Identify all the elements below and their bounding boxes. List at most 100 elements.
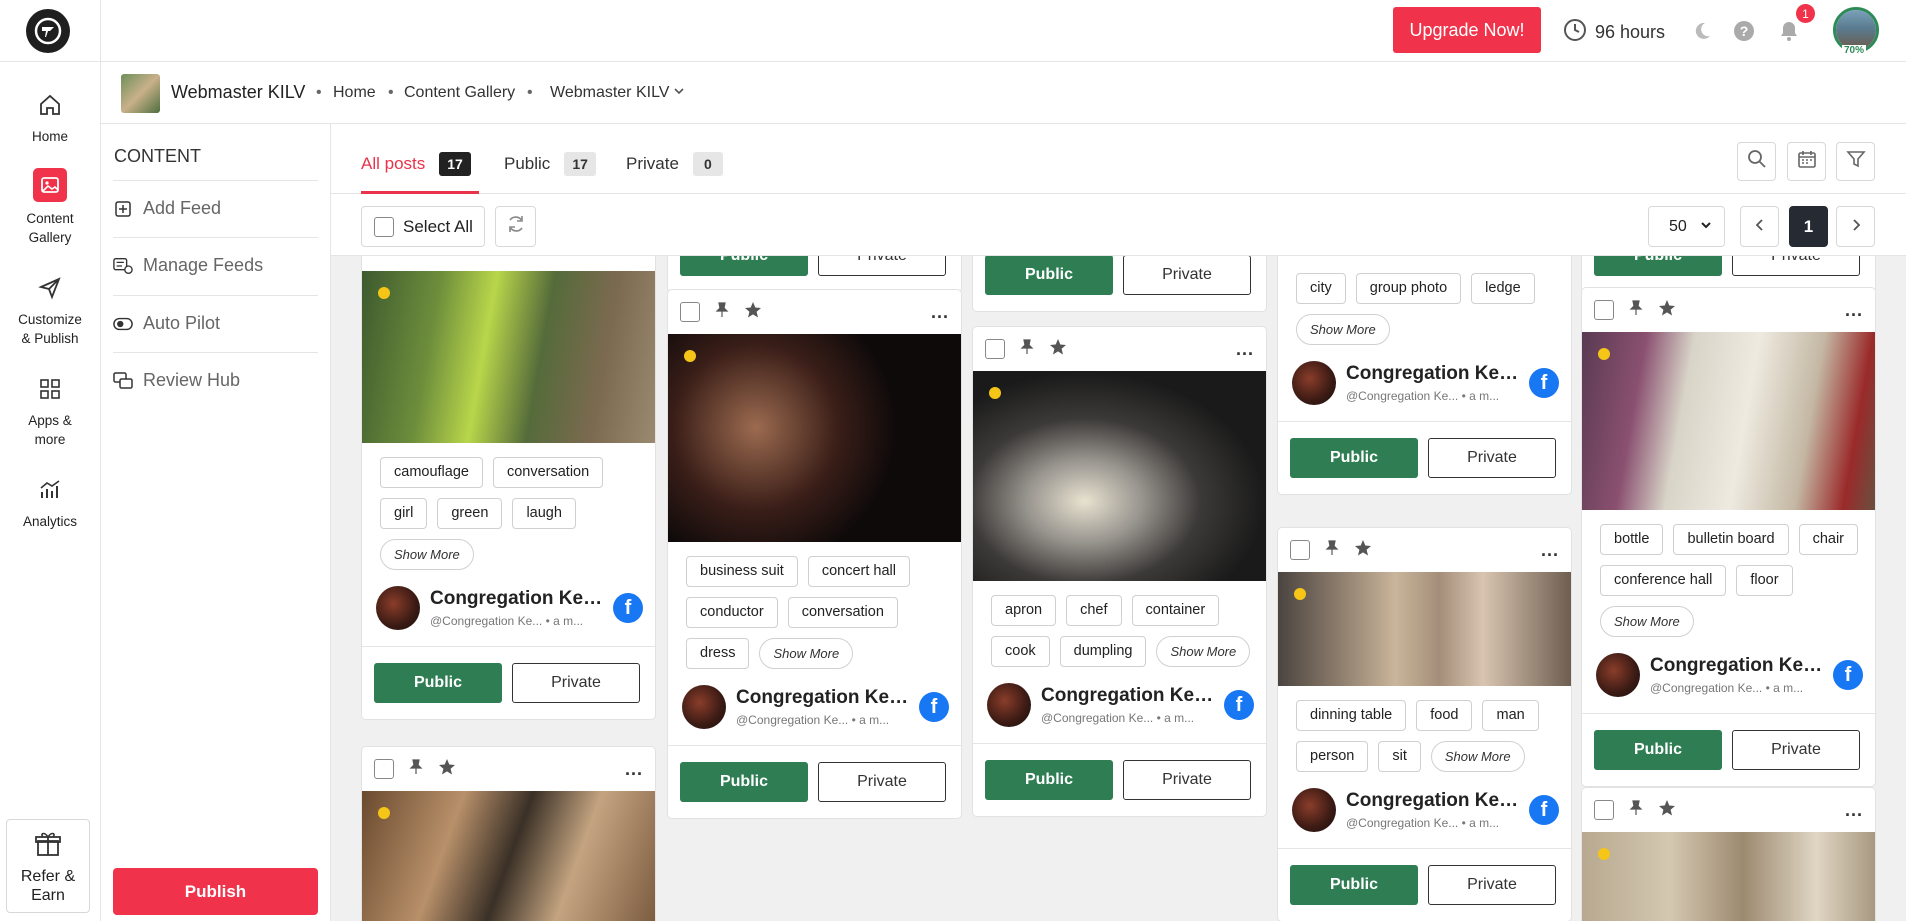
tag[interactable]: dinning table (1296, 700, 1407, 731)
public-button[interactable]: Public (985, 256, 1113, 295)
private-button[interactable]: Private (1123, 256, 1251, 295)
more-options-button[interactable]: ... (1541, 540, 1559, 561)
post-checkbox[interactable] (1594, 800, 1614, 820)
more-options-button[interactable]: ... (625, 759, 643, 780)
tag[interactable]: ledge (1471, 273, 1535, 304)
per-page-select[interactable]: 50 (1648, 206, 1725, 247)
public-button[interactable]: Public (680, 762, 808, 802)
post-image[interactable] (1582, 832, 1875, 921)
dark-mode-icon[interactable] (1689, 18, 1715, 44)
tag[interactable]: person (1296, 741, 1369, 772)
tag[interactable]: city (1296, 273, 1346, 304)
nav-apps[interactable]: Apps & more (0, 374, 100, 449)
select-all-checkbox[interactable]: Select All (361, 206, 485, 247)
public-button[interactable]: Public (1594, 730, 1722, 770)
post-checkbox[interactable] (680, 302, 700, 322)
show-more-button[interactable]: Show More (1430, 741, 1525, 772)
pin-icon[interactable] (1628, 299, 1644, 321)
tab-private[interactable]: Private 0 (626, 152, 723, 176)
pin-icon[interactable] (714, 301, 730, 323)
tag[interactable]: green (437, 498, 503, 529)
pin-icon[interactable] (1324, 539, 1340, 561)
tag[interactable]: conversation (787, 597, 898, 628)
app-logo-icon[interactable] (26, 9, 70, 53)
page-button-current[interactable]: 1 (1789, 206, 1828, 247)
show-more-button[interactable]: Show More (1296, 314, 1390, 345)
bell-icon[interactable] (1776, 18, 1802, 44)
tag[interactable]: group photo (1355, 273, 1462, 304)
tab-public[interactable]: Public 17 (504, 152, 596, 176)
private-button[interactable]: Private (512, 663, 640, 703)
public-button[interactable]: Public (1290, 865, 1418, 905)
star-icon[interactable] (1658, 799, 1676, 822)
private-button[interactable]: Private (818, 256, 946, 276)
star-icon[interactable] (1658, 299, 1676, 322)
public-button[interactable]: Public (985, 760, 1113, 800)
search-button[interactable] (1737, 142, 1776, 181)
breadcrumb-home[interactable]: Home (333, 84, 376, 102)
pin-icon[interactable] (1019, 338, 1035, 360)
tag[interactable]: dumpling (1059, 636, 1147, 667)
tag[interactable]: man (1482, 700, 1539, 731)
tag[interactable]: camouflage (380, 457, 483, 488)
post-image[interactable] (668, 334, 961, 542)
next-page-button[interactable] (1836, 206, 1875, 247)
post-image[interactable] (973, 371, 1266, 581)
add-feed-item[interactable]: Add Feed (113, 180, 318, 236)
star-icon[interactable] (1354, 539, 1372, 562)
breadcrumb-content-gallery[interactable]: Content Gallery (404, 84, 515, 102)
show-more-button[interactable]: Show More (380, 539, 474, 570)
post-checkbox[interactable] (374, 759, 394, 779)
nav-content-gallery[interactable]: Content Gallery (0, 168, 100, 247)
tag[interactable]: sit (1378, 741, 1421, 772)
tag[interactable]: apron (991, 595, 1057, 626)
public-button[interactable]: Public (680, 256, 808, 276)
tag[interactable]: bulletin board (1673, 524, 1789, 555)
post-image[interactable] (362, 791, 655, 921)
show-more-button[interactable]: Show More (759, 638, 854, 669)
more-options-button[interactable]: ... (1236, 339, 1254, 360)
show-more-button[interactable]: Show More (1156, 636, 1251, 667)
tab-all-posts[interactable]: All posts 17 (361, 152, 471, 176)
filter-button[interactable] (1836, 142, 1875, 181)
workspace-dropdown[interactable]: Webmaster KILV (550, 84, 685, 102)
tag[interactable]: floor (1736, 565, 1793, 596)
post-checkbox[interactable] (1290, 540, 1310, 560)
upgrade-button[interactable]: Upgrade Now! (1393, 7, 1541, 53)
public-button[interactable]: Public (374, 663, 502, 703)
post-image[interactable] (1582, 332, 1875, 510)
post-checkbox[interactable] (985, 339, 1005, 359)
pin-icon[interactable] (1628, 799, 1644, 821)
more-options-button[interactable]: ... (1845, 300, 1863, 321)
tag[interactable]: dress (686, 638, 750, 669)
manage-feeds-item[interactable]: Manage Feeds (113, 237, 318, 293)
post-image[interactable] (362, 271, 655, 443)
auto-pilot-item[interactable]: Auto Pilot (113, 295, 318, 351)
private-button[interactable]: Private (1428, 438, 1556, 478)
tag[interactable]: conductor (686, 597, 778, 628)
show-more-button[interactable]: Show More (1600, 606, 1694, 637)
pin-icon[interactable] (408, 758, 424, 780)
post-checkbox[interactable] (1594, 300, 1614, 320)
tag[interactable]: conversation (492, 457, 604, 488)
more-options-button[interactable]: ... (931, 302, 949, 323)
tag[interactable]: concert hall (807, 556, 910, 587)
review-hub-item[interactable]: Review Hub (113, 352, 318, 408)
post-image[interactable] (1278, 572, 1571, 686)
public-button[interactable]: Public (1290, 438, 1418, 478)
private-button[interactable]: Private (818, 762, 946, 802)
private-button[interactable]: Private (1123, 760, 1251, 800)
tag[interactable]: business suit (686, 556, 798, 587)
more-options-button[interactable]: ... (1845, 800, 1863, 821)
star-icon[interactable] (1049, 338, 1067, 361)
tag[interactable]: chair (1798, 524, 1858, 555)
hours-remaining[interactable]: 96 hours (1563, 18, 1665, 47)
tag[interactable]: food (1416, 700, 1473, 731)
tag[interactable]: bottle (1600, 524, 1664, 555)
tag[interactable]: girl (380, 498, 428, 529)
nav-home[interactable]: Home (0, 90, 100, 146)
private-button[interactable]: Private (1732, 256, 1860, 276)
tag[interactable]: container (1131, 595, 1220, 626)
nav-analytics[interactable]: Analytics (0, 475, 100, 531)
refer-earn-button[interactable]: Refer & Earn (6, 819, 90, 913)
